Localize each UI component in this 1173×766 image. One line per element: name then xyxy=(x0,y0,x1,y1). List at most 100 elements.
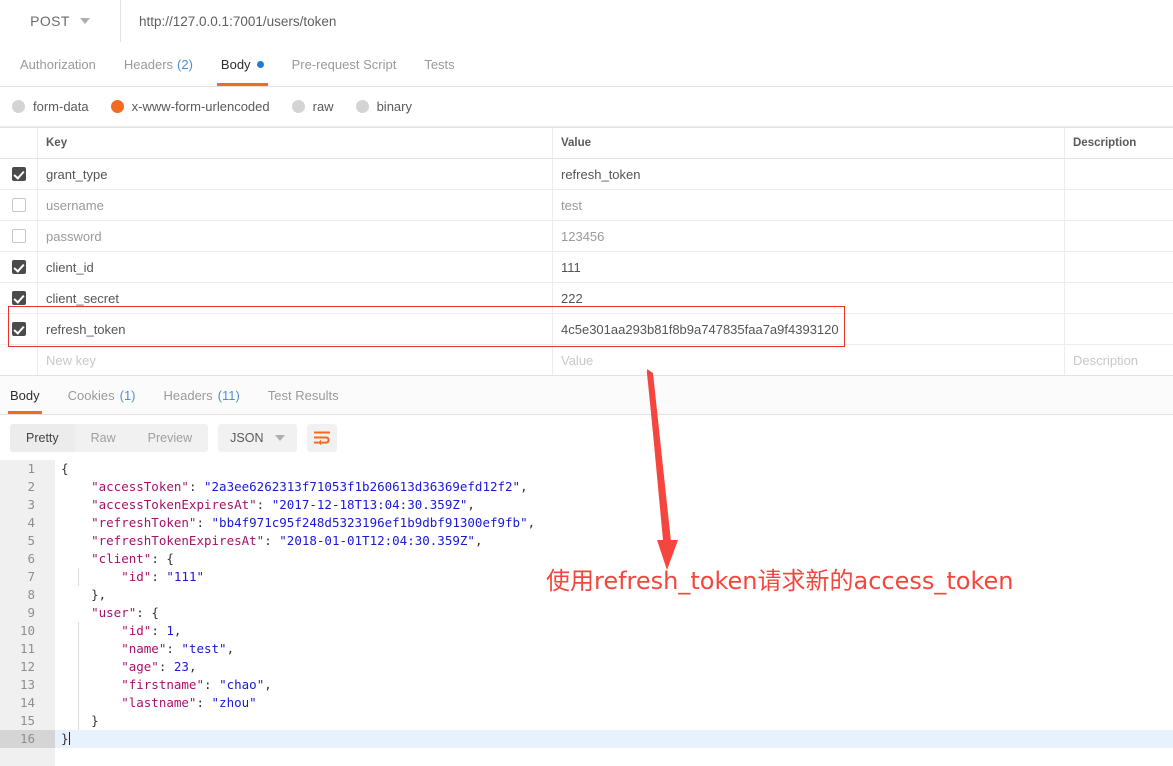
table-row[interactable]: username test xyxy=(0,190,1173,221)
param-description[interactable] xyxy=(1065,283,1173,313)
response-tab-test-results[interactable]: Test Results xyxy=(254,376,353,414)
code-token: "refreshTokenExpiresAt" xyxy=(61,533,265,548)
checkbox-icon[interactable] xyxy=(11,322,26,336)
param-description[interactable] xyxy=(1065,314,1173,344)
view-mode-pretty[interactable]: Pretty xyxy=(10,423,75,452)
param-value[interactable]: 111 xyxy=(553,252,1065,282)
code-token: "2a3ee6262313f71053f1b260613d36369efd12f… xyxy=(204,479,521,494)
param-enabled-checkbox-cell[interactable] xyxy=(0,221,38,251)
code-line: 16} xyxy=(0,730,1173,748)
table-row[interactable]: grant_type refresh_token xyxy=(0,159,1173,190)
body-type-form-data[interactable]: form-data xyxy=(12,99,89,114)
param-description[interactable] xyxy=(1065,159,1173,189)
table-row[interactable]: client_secret 222 xyxy=(0,283,1173,314)
checkbox-icon[interactable] xyxy=(11,291,26,305)
new-param-checkbox-cell[interactable] xyxy=(0,345,38,375)
table-row[interactable]: client_id 111 xyxy=(0,252,1173,283)
param-key[interactable]: username xyxy=(38,190,553,220)
param-value[interactable]: refresh_token xyxy=(553,159,1065,189)
wrap-text-button[interactable] xyxy=(307,423,338,452)
checkbox-icon[interactable] xyxy=(11,260,26,274)
radio-button-icon[interactable] xyxy=(291,100,305,113)
code-line-text[interactable]: "accessTokenExpiresAt": "2017-12-18T13:0… xyxy=(55,496,1173,514)
response-tab-body[interactable]: Body xyxy=(0,376,54,414)
param-enabled-checkbox-cell[interactable] xyxy=(0,314,38,344)
view-mode-raw[interactable]: Raw xyxy=(75,424,132,452)
code-line-text[interactable]: "refreshTokenExpiresAt": "2018-01-01T12:… xyxy=(55,532,1173,550)
request-tab-tests[interactable]: Tests xyxy=(410,42,468,86)
code-token: "chao" xyxy=(219,677,265,692)
param-enabled-checkbox-cell[interactable] xyxy=(0,190,38,220)
code-token: } xyxy=(61,713,99,728)
code-line-text[interactable]: "accessToken": "2a3ee6262313f71053f1b260… xyxy=(55,478,1173,496)
code-line-text[interactable]: "client": { xyxy=(55,550,1173,568)
radio-button-icon[interactable] xyxy=(355,100,369,113)
code-line-text[interactable]: "user": { xyxy=(55,604,1173,622)
view-mode-preview[interactable]: Preview xyxy=(132,424,208,452)
checkbox-icon[interactable] xyxy=(11,167,26,181)
code-line-text[interactable]: "lastname": "zhou" xyxy=(55,694,1173,712)
request-tab-authorization[interactable]: Authorization xyxy=(6,42,110,86)
code-token: , xyxy=(264,677,272,692)
param-key[interactable]: password xyxy=(38,221,553,251)
param-description[interactable] xyxy=(1065,190,1173,220)
code-line-text[interactable]: }, xyxy=(55,586,1173,604)
request-body-params-table: Key Value Description grant_type refresh_tok… xyxy=(0,127,1173,376)
code-token: : xyxy=(264,533,280,548)
param-value[interactable]: 123456 xyxy=(553,221,1065,251)
http-method-selector[interactable]: POST xyxy=(0,0,121,42)
body-type-radio-group: form-data x-www-form-urlencoded raw binary xyxy=(0,87,1173,127)
checkbox-icon[interactable] xyxy=(11,198,26,212)
line-number: 8 xyxy=(0,586,55,604)
request-tab-body[interactable]: Body xyxy=(207,42,278,86)
code-line-text[interactable]: } xyxy=(55,712,1173,730)
body-type-label: x-www-form-urlencoded xyxy=(131,99,270,114)
new-param-value-input[interactable]: Value xyxy=(553,345,1065,375)
radio-button-icon[interactable] xyxy=(12,100,25,113)
code-line-text[interactable]: "name": "test", xyxy=(55,640,1173,658)
request-url-input[interactable]: http://127.0.0.1:7001/users/token xyxy=(121,0,1173,42)
response-format-selector[interactable]: JSON xyxy=(218,423,298,452)
code-line-text[interactable]: } xyxy=(55,730,1173,748)
param-description[interactable] xyxy=(1065,252,1173,282)
response-body-editor[interactable]: 1{2 "accessToken": "2a3ee6262313f71053f1… xyxy=(0,460,1173,766)
param-key[interactable]: grant_type xyxy=(38,159,553,189)
radio-button-icon[interactable] xyxy=(110,100,124,113)
table-row[interactable]: password 123456 xyxy=(0,221,1173,252)
body-type-binary[interactable]: binary xyxy=(355,99,412,114)
code-line-text[interactable]: "id": 1, xyxy=(55,622,1173,640)
response-tab-headers[interactable]: Headers (11) xyxy=(150,376,254,414)
code-token: "lastname" xyxy=(61,695,197,710)
checkbox-icon[interactable] xyxy=(11,229,26,243)
code-line-text[interactable]: "firstname": "chao", xyxy=(55,676,1173,694)
code-line-text[interactable]: { xyxy=(55,460,1173,478)
new-param-key-input[interactable]: New key xyxy=(38,345,553,375)
param-key[interactable]: client_secret xyxy=(38,283,553,313)
param-enabled-checkbox-cell[interactable] xyxy=(0,159,38,189)
param-key[interactable]: client_id xyxy=(38,252,553,282)
table-row[interactable]: refresh_token 4c5e301aa293b81f8b9a747835f… xyxy=(0,314,1173,345)
param-value[interactable]: 222 xyxy=(553,283,1065,313)
request-tab-pre-request-script[interactable]: Pre-request Script xyxy=(278,42,411,86)
new-param-row[interactable]: New key Value Description xyxy=(0,345,1173,376)
line-number: 5 xyxy=(0,532,55,550)
param-key[interactable]: refresh_token xyxy=(38,314,553,344)
indent-guide xyxy=(78,658,79,676)
param-description[interactable] xyxy=(1065,221,1173,251)
code-token: : xyxy=(158,659,174,674)
response-tab-cookies[interactable]: Cookies (1) xyxy=(54,376,150,414)
code-line-text[interactable]: "id": "111" xyxy=(55,568,1173,586)
code-token: , xyxy=(467,497,475,512)
param-value[interactable]: 4c5e301aa293b81f8b9a747835faa7a9f4393120 xyxy=(553,314,1065,344)
new-param-description-input[interactable]: Description xyxy=(1065,345,1173,375)
line-number: 1 xyxy=(0,460,55,478)
code-line-text[interactable]: "refreshToken": "bb4f971c95f248d5323196e… xyxy=(55,514,1173,532)
param-enabled-checkbox-cell[interactable] xyxy=(0,252,38,282)
body-type-raw[interactable]: raw xyxy=(291,99,334,114)
code-line-text[interactable]: "age": 23, xyxy=(55,658,1173,676)
request-tab-headers[interactable]: Headers (2) xyxy=(110,42,207,86)
body-type-x-www-form-urlencoded[interactable]: x-www-form-urlencoded xyxy=(110,99,270,114)
param-enabled-checkbox-cell[interactable] xyxy=(0,283,38,313)
param-value[interactable]: test xyxy=(553,190,1065,220)
code-token: } xyxy=(61,731,69,746)
